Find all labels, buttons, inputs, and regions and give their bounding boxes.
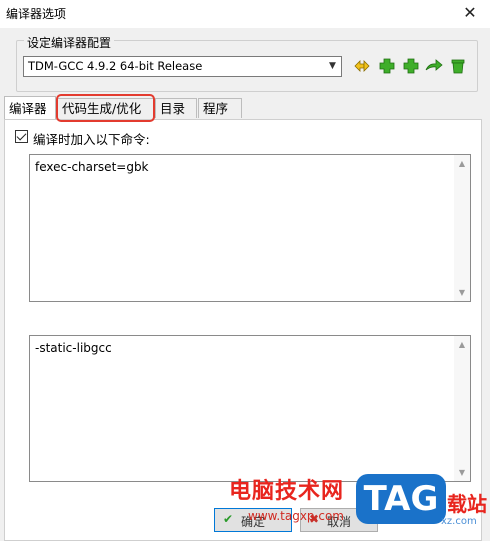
watermark-logo: TAG	[356, 474, 446, 524]
add-blank-config-icon	[403, 58, 419, 74]
vertical-scrollbar[interactable]: ▲ ▼	[454, 336, 470, 481]
tab-directories[interactable]: 目录	[155, 98, 197, 118]
tab-programs[interactable]: 程序	[198, 98, 242, 118]
add-config-icon	[379, 58, 395, 74]
linker-commands-textarea[interactable]: -static-libgcc ▲ ▼	[29, 335, 471, 482]
vertical-scrollbar[interactable]: ▲ ▼	[454, 155, 470, 301]
rename-config-button[interactable]	[352, 55, 372, 77]
window-title: 编译器选项	[6, 7, 67, 21]
add-blank-config-button[interactable]	[401, 55, 421, 77]
linker-commands-text: -static-libgcc	[35, 341, 112, 355]
scroll-down-icon[interactable]: ▼	[454, 468, 470, 477]
highlight-box	[56, 94, 155, 122]
watermark-suffix-small: xz.com	[441, 516, 477, 527]
close-icon[interactable]: ✕	[458, 2, 482, 24]
rename-config-icon	[354, 60, 370, 72]
scroll-up-icon[interactable]: ▲	[454, 159, 470, 168]
check-icon: ✔	[223, 512, 234, 526]
watermark-suffix: 载站	[447, 492, 487, 516]
redirect-config-button[interactable]	[424, 55, 444, 77]
compiler-config-select[interactable]: TDM-GCC 4.9.2 64-bit Release ▼	[23, 56, 342, 77]
delete-config-icon	[451, 59, 465, 74]
watermark-url: www.tagxp.com	[248, 509, 344, 523]
compiler-config-value: TDM-GCC 4.9.2 64-bit Release	[28, 59, 203, 73]
delete-config-button[interactable]	[448, 55, 468, 77]
tab-compiler[interactable]: 编译器	[4, 96, 56, 119]
scroll-up-icon[interactable]: ▲	[454, 340, 470, 349]
chevron-down-icon[interactable]: ▼	[324, 57, 341, 76]
watermark-site-name: 电脑技术网	[229, 479, 345, 504]
config-group-label: 设定编译器配置	[24, 34, 115, 51]
compiler-commands-textarea[interactable]: fexec-charset=gbk ▲ ▼	[29, 154, 471, 302]
redirect-config-icon	[425, 59, 443, 71]
add-commands-checkbox[interactable]	[15, 130, 28, 143]
title-bar: 编译器选项 ✕	[0, 0, 490, 28]
compiler-commands-text: fexec-charset=gbk	[35, 160, 149, 174]
add-config-button[interactable]	[377, 55, 397, 77]
scroll-down-icon[interactable]: ▼	[454, 288, 470, 297]
add-commands-label: 编译时加入以下命令:	[33, 132, 150, 147]
